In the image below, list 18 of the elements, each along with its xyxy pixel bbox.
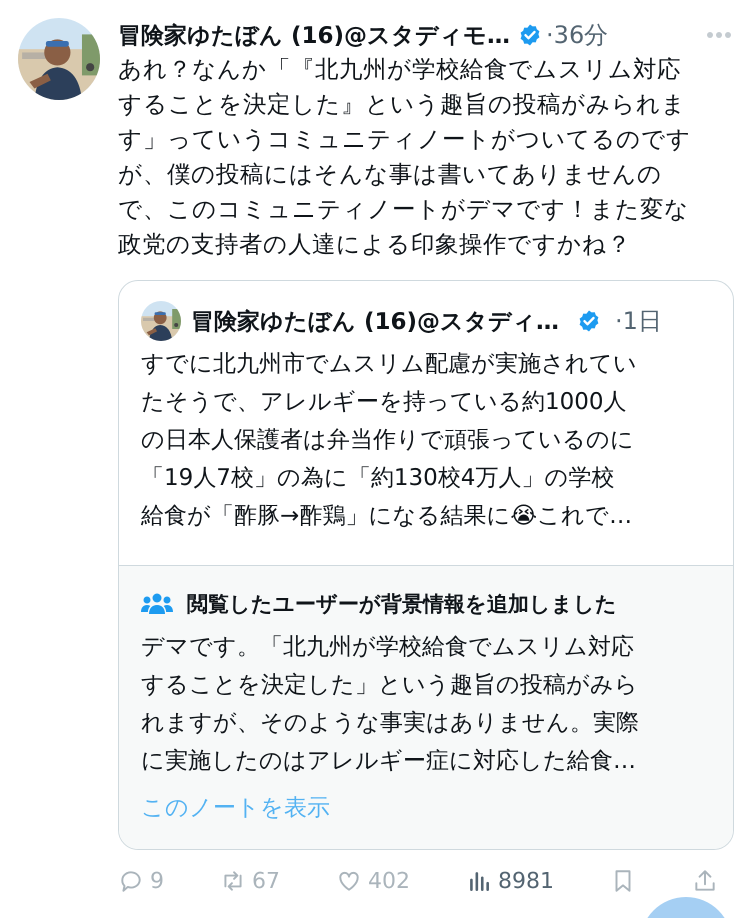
more-icon[interactable] bbox=[706, 31, 732, 39]
retweet-button[interactable]: 67 bbox=[220, 868, 280, 894]
reply-button[interactable]: 9 bbox=[118, 868, 164, 894]
author-name[interactable]: 冒険家ゆたぼん (16)@スタディモ… bbox=[118, 20, 510, 50]
verified-badge-icon bbox=[577, 309, 602, 333]
post-text: あれ？なんか「『北九州が学校給食でムスリム対応 することを決定した』という趣旨の投稿がみられま す」っていうコミュニティノートがついてるのです が、僕の投稿にはそんな事は書いてありませんの で、このコミュニティノートがデマです！また変な 政党の支持者の人達による印象操作ですかね？ bbox=[118, 54, 692, 260]
people-icon bbox=[141, 592, 173, 616]
views-button[interactable]: 8981 bbox=[466, 868, 554, 894]
author-name[interactable]: 冒険家ゆたぼん (16)@スタディ… bbox=[191, 306, 560, 336]
show-note-link[interactable]: このノートを表示 bbox=[141, 792, 330, 823]
quoted-text: すでに北九州市でムスリム配慮が実施されてい たそうで、アレルギーを持っている約1000人 の日本人保護者は弁当作りで頑張っているのに 「19人7校」の為に「約130校4万人」の学校 給食が「酢豚→酢鶏」になる結果に😭これで… bbox=[141, 350, 638, 531]
post-time: ·1日 bbox=[615, 306, 662, 337]
post-time: ·36分 bbox=[546, 20, 608, 51]
note-title: 閲覧したユーザーが背景情報を追加しました bbox=[187, 591, 617, 618]
verified-badge-icon bbox=[518, 23, 542, 47]
quoted-post-card[interactable] bbox=[118, 280, 734, 850]
like-button[interactable]: 402 bbox=[336, 868, 410, 894]
note-text: デマです。「北九州が学校給食でムスリム対応 することを決定した」という趣旨の投稿がみら れますが、そのような事実はありません。実際 に実施したのはアレルギー症に対応した給食… bbox=[141, 633, 640, 776]
